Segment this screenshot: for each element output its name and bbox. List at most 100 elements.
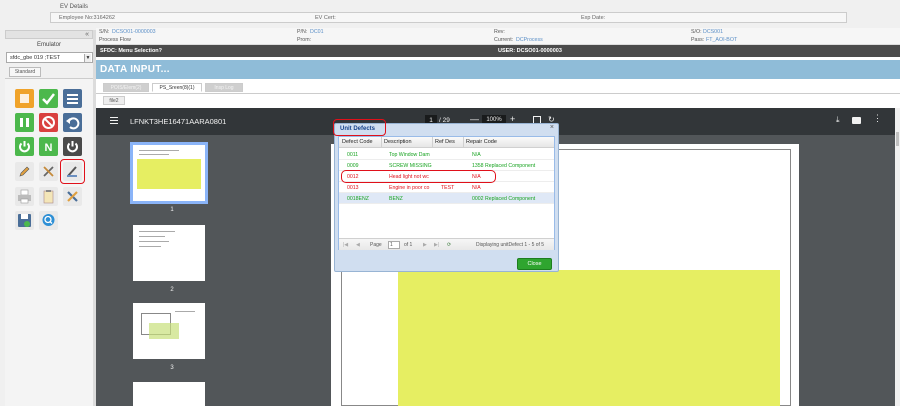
table-row[interactable]: 0013 Engine in poor co TEST N/A: [339, 182, 554, 193]
thumbnail-yellow-area: [137, 159, 201, 189]
so-label: S/O:: [691, 29, 702, 35]
thumbnail-page-3[interactable]: [133, 303, 205, 359]
highlight-box-edit-test: [60, 159, 85, 184]
pn-value[interactable]: DC01: [310, 29, 324, 35]
unit-defects-dialog: Unit Defects × Defect Code Description R…: [333, 119, 559, 272]
power-off-button[interactable]: [63, 137, 82, 156]
tab-0[interactable]: POIS/Elem(2): [103, 83, 149, 92]
column-header-ref-des[interactable]: Ref Des: [435, 139, 455, 145]
wrench-screwdriver-button[interactable]: [63, 187, 82, 206]
emulator-buttons: N: [5, 78, 93, 406]
thumbnail-page-4[interactable]: [133, 382, 205, 406]
download-icon[interactable]: ⤓: [836, 115, 840, 125]
tab-standard[interactable]: Standard: [9, 67, 41, 77]
printer-button[interactable]: [15, 187, 34, 206]
pass-value[interactable]: FT_AOI-BOT: [706, 37, 737, 43]
emulator-select-value: sfdc_gbe 019 ;TEST: [10, 55, 61, 61]
tabs-row: POIS/Elem(2) PS_Sreen(8)(1) Insp Log: [96, 79, 900, 93]
defect-description: BENZ: [389, 195, 403, 202]
last-page-icon[interactable]: ▶|: [434, 242, 439, 248]
tab-2[interactable]: Insp Log: [205, 83, 243, 92]
close-button[interactable]: Close: [517, 258, 552, 270]
pencil-button[interactable]: [15, 162, 34, 181]
user-text: USER: DCSO01-0000003: [498, 48, 562, 54]
collapse-icon[interactable]: «: [85, 31, 89, 38]
svg-text:N: N: [45, 142, 53, 154]
thumbnail-label-2: 2: [170, 287, 174, 293]
defect-code: 0013: [347, 184, 359, 191]
close-icon[interactable]: ×: [550, 124, 554, 131]
exp-date: Exp Date:: [581, 15, 606, 21]
next-page-icon[interactable]: ▶: [423, 242, 427, 248]
list-button[interactable]: [63, 89, 82, 108]
pager-page-label: Page: [370, 242, 382, 248]
ev-details-row: Employee No:3164262 EV Cert: Exp Date:: [50, 12, 847, 23]
vertical-scrollbar[interactable]: [895, 108, 900, 406]
thumbnail-sidebar: 1 2 3: [96, 135, 248, 406]
current-label: Current:: [494, 37, 514, 43]
check-button[interactable]: [39, 89, 58, 108]
prev-page-icon[interactable]: ◀: [356, 242, 360, 248]
scrollbar-thumb[interactable]: [896, 132, 899, 146]
menu-selection-text: SFDC: Menu Selection?: [100, 48, 163, 54]
pager-page-input[interactable]: 1: [388, 241, 400, 249]
subtab-row: file2: [96, 93, 900, 106]
rev-label: Rev:: [494, 29, 505, 35]
undo-button[interactable]: [63, 113, 82, 132]
chevron-down-icon[interactable]: ▼: [84, 54, 91, 62]
defect-description: SCREW MISSING: [389, 162, 432, 169]
first-page-icon[interactable]: |◀: [343, 242, 348, 248]
emulator-select[interactable]: sfdc_gbe 019 ;TEST ▼: [6, 52, 93, 63]
pass-label: Pass:: [691, 37, 705, 43]
grid-header: Defect Code Description Ref Des Repair C…: [339, 137, 554, 148]
repair-code: N/A: [472, 184, 481, 191]
save-button[interactable]: [15, 211, 34, 230]
pause-button[interactable]: [15, 113, 34, 132]
table-row[interactable]: 0011 Top Window Dam N/A: [339, 149, 554, 160]
data-input-title: DATA INPUT...: [100, 64, 170, 75]
pager-of: of 1: [404, 242, 413, 248]
defects-grid: Defect Code Description Ref Des Repair C…: [338, 136, 555, 250]
ev-cert: EV Cert:: [315, 15, 336, 21]
table-row[interactable]: 0018ENZ BENZ 0002 Replaced Component: [339, 193, 554, 204]
column-header-description[interactable]: Description: [384, 139, 412, 145]
unit-info-row: S/N: DCSO01-0000003 Process Flow P/N: DC…: [96, 28, 900, 45]
print-icon[interactable]: [852, 117, 861, 124]
ev-details-panel: EV Details Employee No:3164262 EV Cert: …: [50, 2, 900, 24]
clipboard-button[interactable]: [39, 187, 58, 206]
yellow-region: [398, 270, 780, 406]
so-value[interactable]: DCS001: [703, 29, 723, 35]
pn-label: P/N:: [297, 29, 308, 35]
power-on-button[interactable]: [15, 137, 34, 156]
thumbnail-page-2[interactable]: [133, 225, 205, 281]
search-chat-button[interactable]: [39, 211, 58, 230]
data-input-header: DATA INPUT...: [96, 60, 900, 79]
n-button[interactable]: N: [39, 137, 58, 156]
tools-button[interactable]: [39, 162, 58, 181]
refresh-icon[interactable]: ⟳: [447, 242, 451, 248]
sn-value[interactable]: DCSO01-0000003: [112, 29, 156, 35]
stop-square-button[interactable]: [15, 89, 34, 108]
emulator-panel: « Emulator sfdc_gbe 019 ;TEST ▼ Standard: [5, 30, 93, 406]
cancel-button[interactable]: [39, 113, 58, 132]
thumbnail-label-1: 1: [170, 207, 174, 213]
emulator-title: Emulator: [36, 42, 61, 48]
defect-description: Top Window Dam: [389, 151, 430, 158]
highlight-box-dialog-title: [333, 119, 386, 136]
repair-code: N/A: [472, 151, 481, 158]
current-value[interactable]: DCProcess: [516, 37, 543, 43]
tab-1[interactable]: PS_Sreen(8)(1): [152, 83, 202, 92]
ev-details-title[interactable]: EV Details: [60, 4, 88, 10]
column-header-defect-code[interactable]: Defect Code: [342, 139, 373, 145]
thumbnail-page-1[interactable]: [130, 142, 208, 204]
subtab-file[interactable]: file2: [103, 96, 125, 105]
thumbnail-label-3: 3: [170, 365, 174, 371]
emulator-collapse-bar[interactable]: «: [5, 30, 93, 39]
defect-code: 0009: [347, 162, 359, 169]
grid-pager: |◀ ◀ Page 1 of 1 ▶ ▶| ⟳ Displaying unitD…: [339, 238, 554, 250]
repair-code: 0002 Replaced Component: [472, 195, 536, 202]
more-options-icon[interactable]: ⋮: [873, 114, 882, 123]
column-header-repair-code[interactable]: Repair Code: [466, 139, 497, 145]
menu-icon[interactable]: [110, 117, 118, 125]
process-flow-label: Process Flow: [99, 37, 131, 43]
